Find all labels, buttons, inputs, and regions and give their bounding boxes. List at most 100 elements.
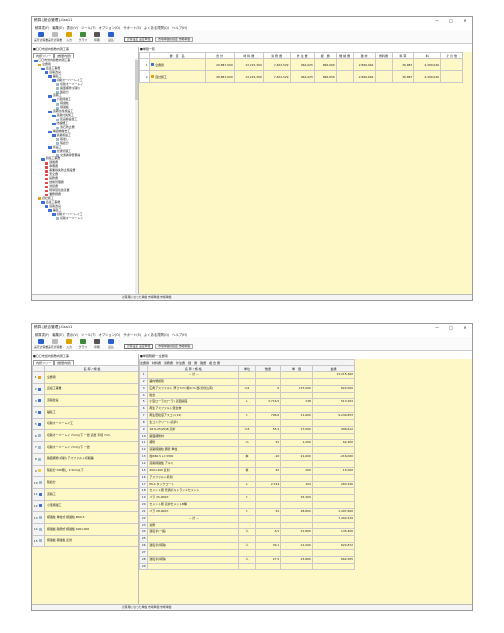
menu-item[interactable]: 表示(V) <box>67 332 78 337</box>
toolbar-button[interactable]: 読込 <box>104 339 118 349</box>
list-item[interactable]: 10 殻処分 <box>32 476 138 489</box>
tree-node[interactable]: 切削オーバーレイ <box>33 216 138 221</box>
table-row[interactable]: 17 PK-4 タックコート L 2,724 104 283,346 <box>139 480 356 489</box>
menu-item[interactable]: よくある質問(Q) <box>144 25 169 30</box>
list-item[interactable]: 7 切削オーバーレイ 7cm以下 一層 <box>32 441 138 454</box>
table-row[interactable]: 11 補修 m 52 1,200 62,400 <box>139 439 356 448</box>
table-row[interactable]: 20 セメント類 高炉セメントB種 <box>139 501 356 509</box>
menu-item[interactable]: よくある質問(Q) <box>144 332 169 337</box>
maximize-button[interactable]: □ <box>444 325 458 330</box>
table-row[interactable]: 2 舗内規模別 <box>139 377 356 386</box>
unit-cell <box>238 418 256 427</box>
minimize-button[interactable]: — <box>430 18 444 23</box>
menu-item[interactable]: ヘルプ(H) <box>172 25 187 30</box>
toolbar-button[interactable]: グラフ <box>76 32 90 42</box>
toolbar-button[interactable]: 読込 <box>104 32 118 42</box>
item-name-label: 切削オーバーレイ工 <box>47 421 73 426</box>
table-row[interactable]: 24 運転手(一般) 人 6.5 21,800 145,400 <box>139 528 356 537</box>
table-row[interactable]: 6 再生アスファルト混合物 <box>139 405 356 414</box>
table-row[interactable]: 22 － 計 － 7,402,529 <box>139 514 356 523</box>
row-number-label: 8 <box>34 457 37 462</box>
table-row[interactable]: 5 小型ローラ(ローラ) 表面締固 L 3,716.5 138 513,293 <box>139 398 356 407</box>
list-item[interactable]: 13 標識柱 単柱式 標識柱 Φ60.5 <box>32 511 138 524</box>
list-item[interactable]: 8 路面補修(切削) アスファルト切削舗 <box>32 452 138 466</box>
menu-item[interactable]: サポート(S) <box>123 25 141 30</box>
menu-item[interactable]: ツール(T) <box>81 25 95 30</box>
calc-settings-box[interactable]: 計算設定 設定単価 <box>124 343 154 349</box>
category-tab[interactable]: 雑費 <box>200 361 206 365</box>
table-row[interactable]: 25 <box>139 535 356 544</box>
list-item[interactable]: 1 全費用 <box>32 371 138 384</box>
category-tab[interactable]: 労務費 <box>164 361 173 365</box>
toolbar-button[interactable]: 実行計算書 <box>34 32 48 42</box>
table-row[interactable]: 8 生コンクリート(高炉) <box>139 418 356 427</box>
table-row[interactable]: 7 再生密粒度アスコン(13) t 796.6 11,600 9,240,853 <box>139 412 356 420</box>
list-item[interactable]: 14 標識板 路側式 標識板 400×400 <box>32 522 138 536</box>
list-item[interactable]: 15 標識板 標識板 反射 <box>32 534 138 548</box>
close-button[interactable]: ✕ <box>458 18 472 23</box>
toolbar-button[interactable]: 入力 <box>62 32 76 42</box>
menu-item[interactable]: オプション(O) <box>99 332 121 337</box>
maximize-button[interactable]: □ <box>444 18 458 23</box>
list-item[interactable]: 6 切削オーバーレイ 7cm以下 一層 表層 平坦 7cm <box>32 429 138 443</box>
category-tab[interactable]: 外注費 <box>176 361 185 365</box>
table-row[interactable]: 9 18-8-25(20)B 高炉 m3 55.4 17,000 996,612 <box>139 425 356 434</box>
menu-item[interactable]: サポート(S) <box>123 332 141 337</box>
category-tab[interactable]: 全費用 <box>141 361 150 365</box>
table-row[interactable]: 2 自社施工 28,887,009 13,215,300 7,402,529 962,62… <box>139 70 463 83</box>
table-row[interactable]: 14 道路標識板 アルミ <box>139 459 356 468</box>
list-item[interactable]: 2 直接工事費 <box>32 382 138 396</box>
table-row[interactable]: 12 道路標識柱 鋼管 単柱 <box>139 446 356 455</box>
table-row[interactable]: 15 400×400 反射枚 50 300 15,000 <box>139 466 356 475</box>
toolbar-button[interactable]: グラフ <box>76 339 90 349</box>
menu-item[interactable]: 編集(E) <box>52 25 63 30</box>
minimize-button[interactable]: — <box>430 325 444 330</box>
table-row[interactable]: 13 柱Φ60.5 L=3300 本 -10 21,600 -216,000 <box>139 453 356 461</box>
list-item[interactable]: 11 道路工 <box>32 487 138 501</box>
table-row[interactable]: 3 広角アスファルト 厚さ7cm 幅2cm 層(切付込有) m2 6 137,000 82… <box>139 384 356 393</box>
table-row[interactable]: 10 路面補修材 <box>139 432 356 441</box>
toolbar-button[interactable]: 印刷 <box>90 339 104 349</box>
table-row[interactable]: 4 粒合 <box>139 391 356 400</box>
table-row[interactable]: 18 セメント類 普通ポルトランドセメント <box>139 487 356 496</box>
table-row[interactable]: 1 － 計 － 13,215,300 <box>139 371 356 379</box>
menu-item[interactable]: 積算書(F) <box>35 332 49 337</box>
list-item[interactable]: 9 殻処分 DID無し 1.5km以下 <box>32 464 138 478</box>
category-tab[interactable]: 材料費 <box>152 361 161 365</box>
quantity-cell <box>254 371 282 379</box>
table-row[interactable]: 29 <box>139 562 356 571</box>
calc-settings-box[interactable]: 計算設定 設定単価 <box>124 36 154 42</box>
unit-cell <box>238 548 256 557</box>
close-button[interactable]: ✕ <box>458 325 472 330</box>
list-item[interactable]: 3 道路改良 <box>32 394 138 408</box>
toolbar-button[interactable]: 実行計算書 <box>48 32 62 42</box>
table-row[interactable]: 19 バラ 25,000/t t 25,300 <box>139 494 356 503</box>
market-price-box[interactable]: 市場単価の指定 市場単価 <box>155 343 193 349</box>
toolbar-button[interactable]: 実行計算書 <box>34 339 48 349</box>
folder-icon <box>48 130 52 134</box>
table-row[interactable]: 16 アスファルト乳剤 <box>139 473 356 482</box>
toolbar-button[interactable]: 印刷 <box>90 32 104 42</box>
market-price-box[interactable]: 市場単価の指定 市場単価 <box>155 36 193 42</box>
toolbar-button[interactable]: 実行計算書 <box>48 339 62 349</box>
category-tab[interactable]: 複 合 費 <box>209 361 220 365</box>
cost-item-label: 自社施工 <box>155 74 167 79</box>
table-row[interactable]: 28 運転手(特殊) 人 27.5 23,800 662,505 <box>139 555 356 564</box>
list-item[interactable]: 12 小型標識工 <box>32 499 138 513</box>
list-item[interactable]: 5 切削オーバーレイ工 <box>32 417 138 431</box>
menu-item[interactable]: オプション(O) <box>99 25 121 30</box>
table-row[interactable]: 23 労務 <box>139 521 356 530</box>
menu-item[interactable]: ヘルプ(H) <box>172 332 187 337</box>
table-row[interactable]: 26 運転手(特殊) 人 39.1 21,000 822,872 <box>139 542 356 550</box>
menu-item[interactable]: 編集(E) <box>52 332 63 337</box>
table-row[interactable]: 1 全費用 29,887,009 13,215,300 7,402,529 962,625… <box>139 58 463 71</box>
table-row[interactable]: 27 <box>139 548 356 557</box>
tree-scrollbar[interactable] <box>135 58 138 294</box>
menu-item[interactable]: 積算書(F) <box>35 25 49 30</box>
toolbar-button[interactable]: 入力 <box>62 339 76 349</box>
menu-item[interactable]: 表示(V) <box>67 25 78 30</box>
menu-item[interactable]: ツール(T) <box>81 332 95 337</box>
table-row[interactable]: 21 バラ 28,000/t t 52 28,800 1,497,600 <box>139 507 356 516</box>
list-item[interactable]: 4 舗装工 <box>32 406 138 419</box>
category-tab[interactable]: 経 費 <box>188 361 197 365</box>
